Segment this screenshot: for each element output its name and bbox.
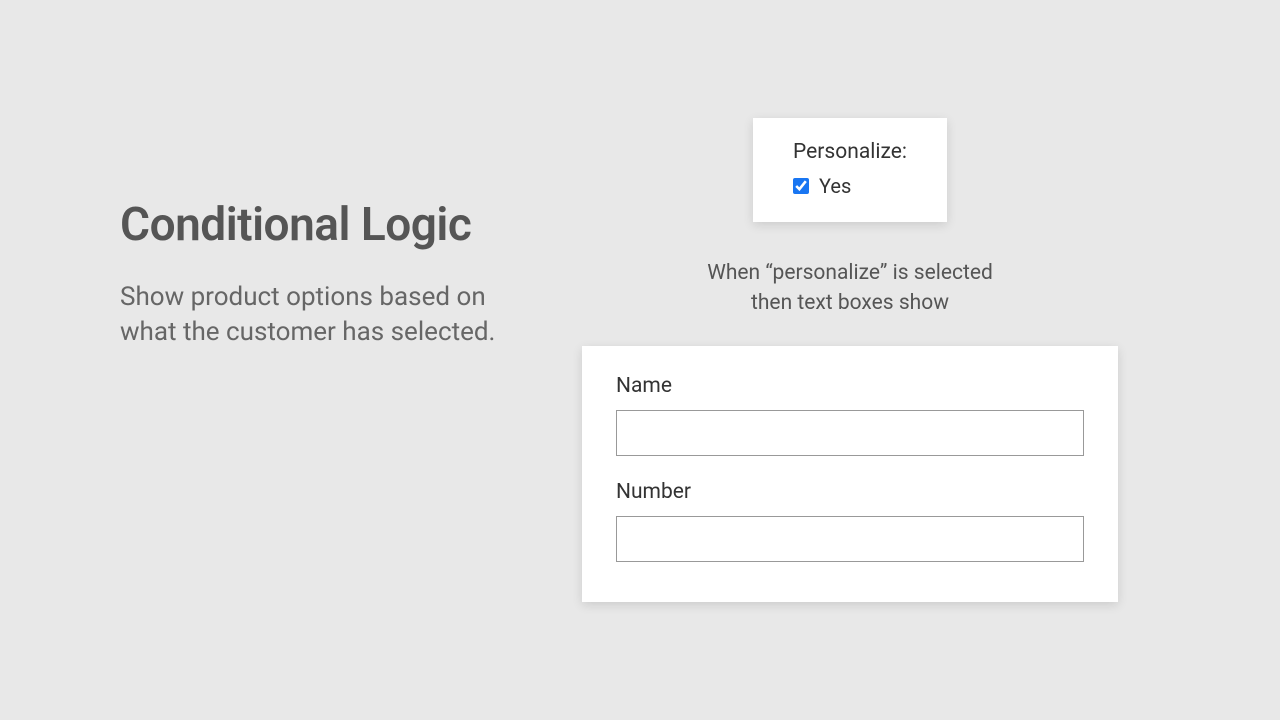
form-card: Name Number bbox=[582, 346, 1118, 602]
personalize-card: Personalize: Yes bbox=[753, 118, 947, 222]
personalize-checkbox[interactable] bbox=[793, 178, 809, 194]
personalize-option-row[interactable]: Yes bbox=[793, 174, 907, 198]
number-field-label: Number bbox=[616, 480, 1084, 504]
personalize-label: Personalize: bbox=[793, 140, 907, 164]
name-field-label: Name bbox=[616, 374, 1084, 398]
field-group-number: Number bbox=[616, 480, 1084, 562]
number-input[interactable] bbox=[616, 516, 1084, 562]
right-column: Personalize: Yes When “personalize” is s… bbox=[540, 118, 1160, 603]
personalize-option-text: Yes bbox=[819, 174, 851, 198]
caption-text: When “personalize” is selected then text… bbox=[707, 258, 993, 319]
caption-line-2: then text boxes show bbox=[707, 288, 993, 318]
page-heading: Conditional Logic bbox=[120, 198, 540, 252]
page-subheading: Show product options based on what the c… bbox=[120, 280, 540, 352]
left-column: Conditional Logic Show product options b… bbox=[120, 118, 540, 352]
name-input[interactable] bbox=[616, 410, 1084, 456]
caption-line-1: When “personalize” is selected bbox=[707, 258, 993, 288]
field-group-name: Name bbox=[616, 374, 1084, 456]
